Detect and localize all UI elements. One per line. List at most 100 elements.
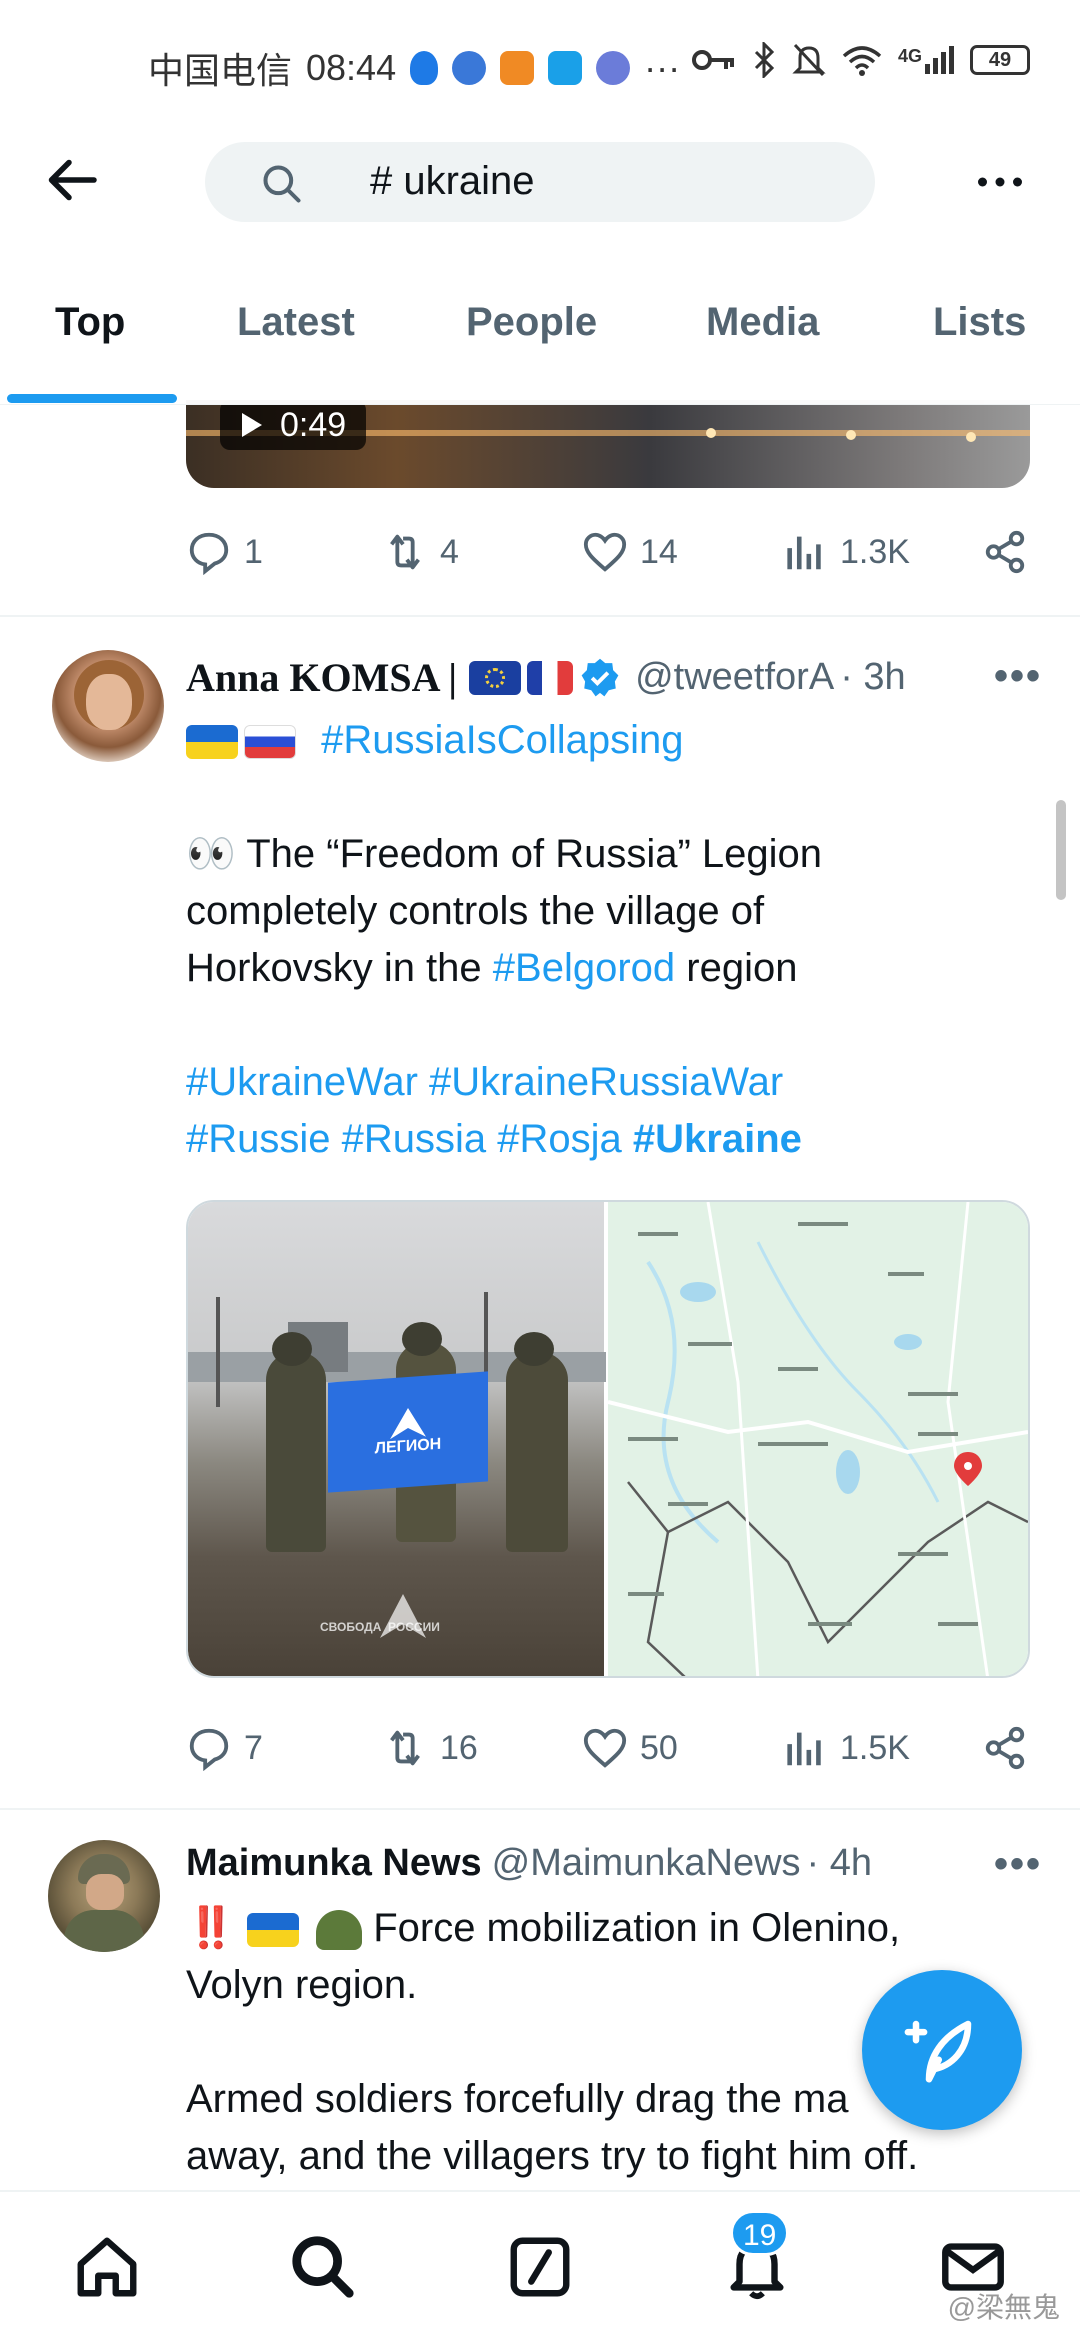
- hashtag-link[interactable]: #Rosja: [497, 1117, 622, 1161]
- more-horizontal-icon: [978, 177, 1022, 187]
- tab-latest[interactable]: Latest: [237, 300, 355, 345]
- search-icon: [263, 165, 301, 203]
- reply-button[interactable]: 7: [186, 1718, 263, 1778]
- tweet-header: Anna KOMSA | @tweetforA · 3h: [186, 654, 906, 701]
- flag-text: ЛЕГИОН: [374, 1435, 442, 1458]
- reply-count: 1: [244, 532, 263, 571]
- back-arrow-icon: [48, 159, 97, 201]
- search-input[interactable]: # ukraine: [205, 142, 875, 222]
- tweet-header: Maimunka News @MaimunkaNews · 4h: [186, 1842, 872, 1885]
- legion-flag: ЛЕГИОН: [328, 1371, 488, 1493]
- soldiers-photo[interactable]: ЛЕГИОН СВОБОДА РОССИИ: [188, 1202, 606, 1676]
- legion-logo-icon: [380, 1594, 426, 1638]
- hashtag-link[interactable]: #Russie: [186, 1117, 331, 1161]
- nav-grok[interactable]: [505, 2232, 575, 2302]
- like-button[interactable]: 50: [582, 1718, 678, 1778]
- active-tab-indicator: [7, 394, 177, 403]
- double-exclamation-emoji: ‼️: [186, 1906, 236, 1950]
- map-graphic: [607, 1202, 1028, 1676]
- retweet-button[interactable]: 4: [382, 522, 459, 582]
- views-button[interactable]: 1.3K: [782, 522, 910, 582]
- avatar[interactable]: [48, 1840, 160, 1952]
- text-segment: Horkovsky in the: [186, 946, 493, 990]
- photo-caption: СВОБОДА РОССИИ: [320, 1620, 440, 1634]
- tweet-actions: 7 16 50 1.5K: [186, 1718, 1030, 1778]
- video-thumbnail[interactable]: 0:49: [186, 400, 1030, 488]
- view-count: 1.5K: [840, 1728, 910, 1767]
- text-segment: region: [675, 946, 798, 990]
- avatar[interactable]: [52, 650, 164, 762]
- reply-icon: [189, 1728, 229, 1771]
- nav-home[interactable]: [72, 2232, 142, 2302]
- home-icon: [77, 2237, 137, 2297]
- hashtag-line: #UkraineWar #UkraineRussiaWar: [186, 1054, 1046, 1111]
- hashtag-link[interactable]: #Ukraine: [633, 1117, 802, 1161]
- tab-people[interactable]: People: [466, 300, 597, 345]
- eyes-emoji: 👀: [186, 832, 236, 876]
- views-icon: [787, 1732, 821, 1766]
- tweet-actions: 1 4 14 1.3K: [186, 522, 1030, 582]
- legion-emblem-icon: [390, 1408, 426, 1440]
- nav-explore[interactable]: [288, 2232, 358, 2302]
- author-handle[interactable]: @tweetforA: [635, 656, 834, 699]
- tweet-hashtags: #UkraineWar #UkraineRussiaWar #Russie #R…: [186, 1054, 1046, 1168]
- retweet-count: 4: [440, 532, 459, 571]
- tweet-text-line: ‼️ Force mobilization in Olenino,: [186, 1900, 1046, 1957]
- notifications-badge: 19: [730, 2210, 790, 2256]
- reply-icon: [189, 532, 229, 575]
- share-button[interactable]: [982, 522, 1028, 582]
- play-icon: [242, 413, 262, 437]
- hashtag-link[interactable]: #Belgorod: [493, 946, 675, 990]
- bottom-navigation: [0, 2190, 1080, 2340]
- tweet-media-grid: ЛЕГИОН СВОБОДА РОССИИ: [186, 1200, 1030, 1678]
- tab-top[interactable]: Top: [55, 300, 125, 345]
- like-button[interactable]: 14: [582, 522, 678, 582]
- tweet-time: · 3h: [840, 656, 906, 698]
- tab-lists[interactable]: Lists: [933, 300, 1026, 345]
- compose-tweet-button[interactable]: [862, 1970, 1022, 2130]
- hashtag-link[interactable]: #UkraineRussiaWar: [429, 1060, 783, 1104]
- share-icon: [985, 530, 1025, 574]
- scrollbar-thumb[interactable]: [1056, 800, 1066, 900]
- tweet-flags-line: #RussiaIsCollapsing: [186, 712, 1046, 769]
- russia-flag-icon: [244, 725, 296, 760]
- share-icon: [985, 1726, 1025, 1770]
- ukraine-flag-icon: [246, 1913, 299, 1948]
- tweet-more-icon[interactable]: •••: [994, 654, 1042, 699]
- heart-icon: [583, 1728, 627, 1768]
- like-count: 50: [640, 1728, 678, 1767]
- search-header: # ukraine Top Latest People Media Lists: [0, 100, 1080, 405]
- retweet-button[interactable]: 16: [382, 1718, 478, 1778]
- view-count: 1.3K: [840, 532, 910, 571]
- more-options-button[interactable]: [970, 152, 1030, 212]
- ukraine-flag-icon: [186, 725, 238, 760]
- retweet-icon: [390, 534, 420, 570]
- verified-badge-icon: [581, 658, 619, 696]
- video-duration-badge: 0:49: [220, 400, 367, 450]
- tweet-divider: [0, 615, 1080, 617]
- reply-button[interactable]: 1: [186, 522, 263, 582]
- hashtag-link[interactable]: #Russia: [342, 1117, 487, 1161]
- share-button[interactable]: [982, 1718, 1028, 1778]
- search-query[interactable]: # ukraine: [370, 159, 535, 204]
- heart-icon: [583, 532, 627, 572]
- retweet-icon: [390, 1730, 420, 1766]
- tweet-text-line: away, and the villagers try to fight him…: [186, 2134, 919, 2178]
- tweet-more-icon[interactable]: •••: [994, 1842, 1042, 1887]
- reply-count: 7: [244, 1728, 263, 1767]
- hashtag-link[interactable]: #UkraineWar: [186, 1060, 418, 1104]
- france-flag-icon: [527, 660, 574, 695]
- author-handle[interactable]: @MaimunkaNews: [492, 1842, 801, 1885]
- hashtag-link[interactable]: #RussiaIsCollapsing: [321, 718, 683, 762]
- video-duration: 0:49: [280, 405, 347, 444]
- search-tabs: Top Latest People Media Lists: [0, 290, 1080, 405]
- compose-feather-icon: [904, 2020, 972, 2083]
- map-image[interactable]: [607, 1202, 1028, 1676]
- author-name[interactable]: Maimunka News: [186, 1842, 482, 1885]
- back-button[interactable]: [44, 150, 104, 210]
- retweet-count: 16: [440, 1728, 478, 1767]
- tab-media[interactable]: Media: [706, 300, 819, 345]
- text-segment: Force mobilization in Olenino,: [373, 1906, 901, 1950]
- views-button[interactable]: 1.5K: [782, 1718, 910, 1778]
- author-name[interactable]: Anna KOMSA |: [186, 654, 457, 701]
